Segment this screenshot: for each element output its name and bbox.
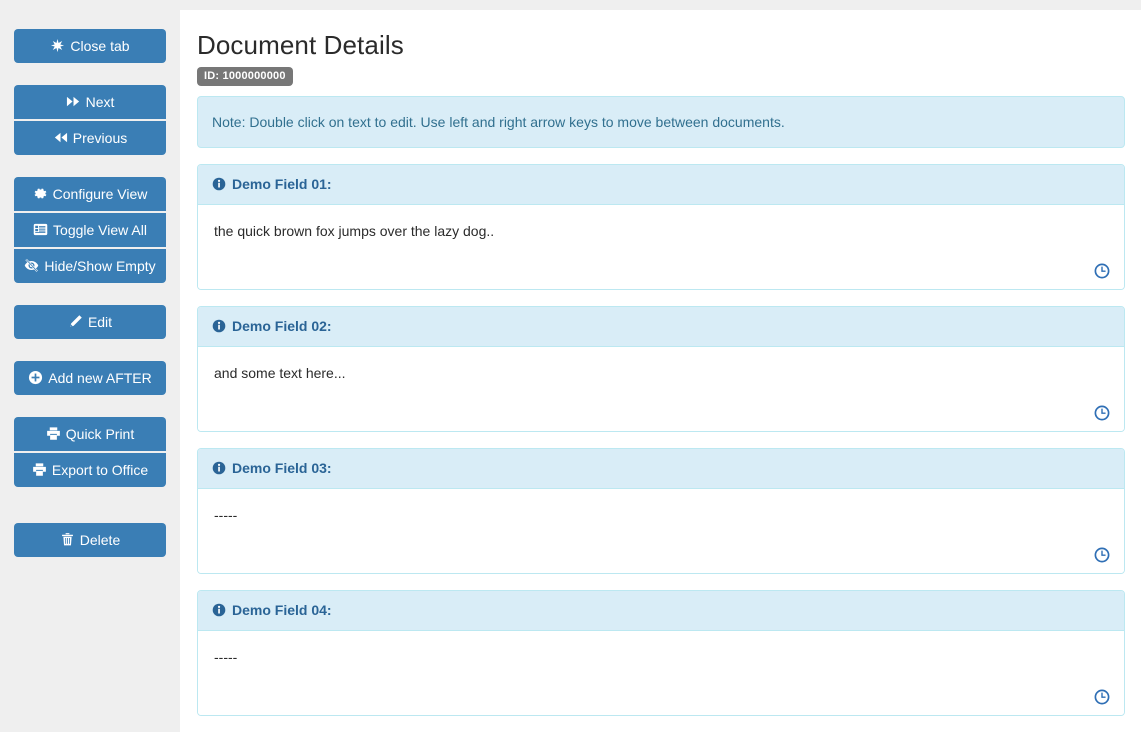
field-label: Demo Field 02: — [232, 318, 332, 334]
sidebar-button-label: Close tab — [70, 38, 130, 54]
backward-icon — [53, 130, 68, 145]
field-label: Demo Field 04: — [232, 602, 332, 618]
field-panel-body[interactable]: the quick brown fox jumps over the lazy … — [198, 205, 1124, 289]
field-panel: Demo Field 03: ----- — [197, 448, 1125, 574]
plus-circle-icon — [28, 370, 43, 385]
field-panel-heading: Demo Field 04: — [198, 591, 1124, 631]
print-icon — [46, 426, 61, 441]
page-title: Document Details — [197, 30, 404, 60]
field-value[interactable]: ----- — [214, 647, 1110, 667]
field-panel-body[interactable]: ----- — [198, 489, 1124, 573]
field-value[interactable]: the quick brown fox jumps over the lazy … — [214, 221, 1110, 241]
clock-icon[interactable] — [1094, 405, 1110, 421]
sidebar-button-label: Edit — [87, 314, 113, 330]
clock-icon[interactable] — [1094, 547, 1110, 563]
info-circle-icon — [212, 177, 226, 191]
clock-icon[interactable] — [1094, 689, 1110, 705]
print-icon — [32, 462, 47, 477]
field-value[interactable]: and some text here... — [214, 363, 1110, 383]
trash-icon — [60, 532, 75, 547]
sidebar-button-add-new-after[interactable]: Add new AFTER — [14, 361, 166, 395]
sidebar-button-quick-print[interactable]: Quick Print — [14, 417, 166, 451]
sidebar-button-label: Export to Office — [51, 462, 149, 478]
sidebar-button-label: Quick Print — [65, 426, 135, 442]
field-panel-heading: Demo Field 03: — [198, 449, 1124, 489]
sidebar-button-label: Previous — [72, 130, 128, 146]
sidebar-button-close-tab[interactable]: Close tab — [14, 29, 166, 63]
sidebar-button-label: Delete — [79, 532, 121, 548]
sidebar-button-delete[interactable]: Delete — [14, 523, 166, 557]
sidebar-button-next[interactable]: Next — [14, 85, 166, 119]
field-panel-body[interactable]: ----- — [198, 631, 1124, 715]
info-circle-icon — [212, 603, 226, 617]
sidebar-button-export-to-office[interactable]: Export to Office — [14, 453, 166, 487]
note-alert: Note: Double click on text to edit. Use … — [197, 96, 1125, 148]
forward-icon — [66, 94, 81, 109]
gear-icon — [33, 186, 48, 201]
pencil-icon — [68, 314, 83, 329]
app-root: Close tab Next Previous Configure View T… — [0, 0, 1141, 732]
sidebar-button-label: Toggle View All — [53, 222, 147, 238]
document-id-badge: ID: 1000000000 — [197, 67, 293, 86]
field-label: Demo Field 01: — [232, 176, 332, 192]
field-panel-heading: Demo Field 02: — [198, 307, 1124, 347]
asterisk-icon — [50, 38, 65, 53]
field-panel-body[interactable]: and some text here... — [198, 347, 1124, 431]
sidebar-button-label: Add new AFTER — [48, 370, 152, 386]
sidebar-button-previous[interactable]: Previous — [14, 121, 166, 155]
field-label: Demo Field 03: — [232, 460, 332, 476]
field-panel: Demo Field 04: ----- — [197, 590, 1125, 716]
top-strip — [0, 0, 1141, 10]
sidebar-button-toggle-view-all[interactable]: Toggle View All — [14, 213, 166, 247]
field-panel: Demo Field 02: and some text here... — [197, 306, 1125, 432]
eye-slash-icon — [24, 258, 39, 273]
sidebar-button-configure-view[interactable]: Configure View — [14, 177, 166, 211]
sidebar-button-label: Next — [85, 94, 115, 110]
field-value[interactable]: ----- — [214, 505, 1110, 525]
main-content: Document Details ID: 1000000000 Note: Do… — [180, 10, 1141, 732]
sidebar: Close tab Next Previous Configure View T… — [0, 10, 180, 732]
field-panel-heading: Demo Field 01: — [198, 165, 1124, 205]
sidebar-button-label: Configure View — [52, 186, 148, 202]
info-circle-icon — [212, 461, 226, 475]
list-alt-icon — [33, 222, 48, 237]
info-circle-icon — [212, 319, 226, 333]
sidebar-button-edit[interactable]: Edit — [14, 305, 166, 339]
field-panel: Demo Field 01: the quick brown fox jumps… — [197, 164, 1125, 290]
clock-icon[interactable] — [1094, 263, 1110, 279]
sidebar-button-hide-show-empty[interactable]: Hide/Show Empty — [14, 249, 166, 283]
sidebar-button-label: Hide/Show Empty — [44, 258, 156, 274]
